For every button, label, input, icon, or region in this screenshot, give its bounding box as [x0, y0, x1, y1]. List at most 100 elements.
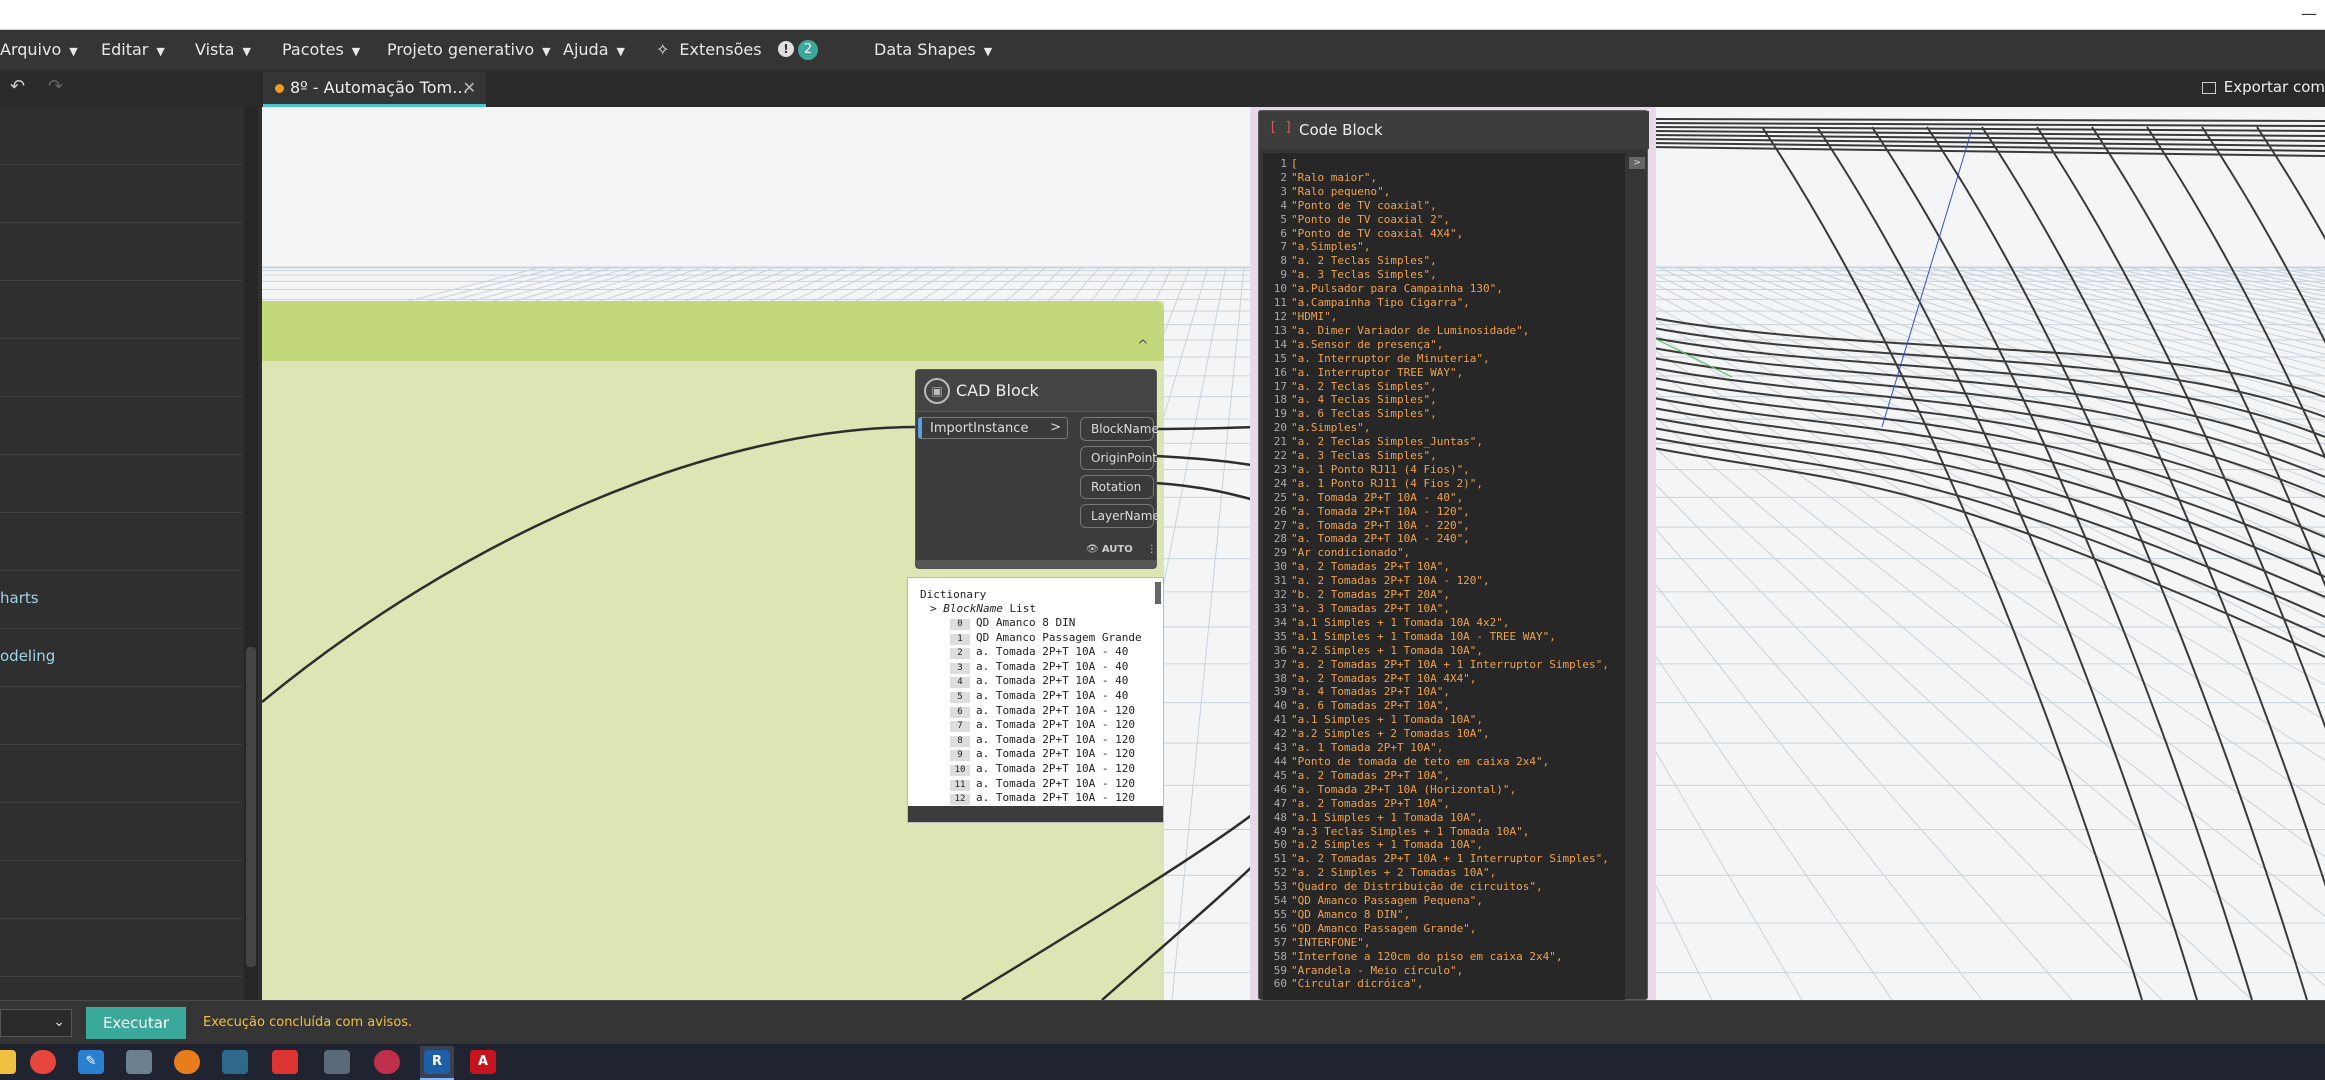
sidebar-item[interactable]: odeling	[0, 629, 242, 687]
output-port[interactable]: >	[1629, 157, 1645, 169]
preview-list-header[interactable]: > BlockName List	[930, 602, 1036, 615]
code-line[interactable]: "a. 6 Tomadas 2P+T 10A",	[1291, 699, 1609, 713]
run-button[interactable]: Executar	[86, 1007, 186, 1039]
calculator-icon[interactable]	[324, 1050, 350, 1074]
code-line[interactable]: "a. Tomada 2P+T 10A - 120",	[1291, 505, 1609, 519]
sidebar-item[interactable]	[0, 513, 242, 571]
code-line[interactable]: "a. 4 Tomadas 2P+T 10A",	[1291, 685, 1609, 699]
export-button[interactable]: Exportar com	[2201, 78, 2325, 96]
node-preview-bubble[interactable]: Dictionary > BlockName List 0 QD Amanco 8…	[907, 577, 1164, 823]
list-item[interactable]: 8 a. Tomada 2P+T 10A - 120	[950, 733, 1135, 747]
list-item[interactable]: 4 a. Tomada 2P+T 10A - 40	[950, 674, 1128, 689]
output-port-originpoint[interactable]: OriginPoint	[1080, 446, 1157, 470]
autocad-icon[interactable]: A	[470, 1050, 496, 1074]
code-line[interactable]: "a. 2 Teclas Simples",	[1291, 254, 1609, 268]
3d-app-icon[interactable]	[222, 1050, 248, 1074]
code-line[interactable]: "a. 2 Tomadas 2P+T 10A",	[1291, 560, 1609, 574]
code-line[interactable]: "a. Interruptor de Minuteria",	[1291, 352, 1609, 366]
menu-data-shapes[interactable]: Data Shapes ▼	[874, 40, 992, 59]
code-line[interactable]: "a. 2 Tomadas 2P+T 10A",	[1291, 797, 1609, 811]
graph-canvas[interactable]: ^ ▣ CAD Block ImportInstance > BlockName …	[262, 107, 2325, 1000]
sidebar-item[interactable]	[0, 861, 242, 919]
sidebar-item[interactable]	[0, 281, 242, 339]
code-line[interactable]: "a. Tomada 2P+T 10A (Horizontal)",	[1291, 783, 1609, 797]
code-line[interactable]: "a.1 Simples + 1 Tomada 10A",	[1291, 713, 1609, 727]
code-line[interactable]: "a. Interruptor TREE WAY",	[1291, 366, 1609, 380]
media-icon[interactable]	[272, 1050, 298, 1074]
menu-projeto-generativo[interactable]: Projeto generativo ▼	[387, 40, 551, 59]
code-line[interactable]: "a.Sensor de presença",	[1291, 338, 1609, 352]
blender-icon[interactable]	[174, 1050, 200, 1074]
revit-icon[interactable]: R	[424, 1050, 450, 1074]
preview-scrollbar[interactable]	[1155, 582, 1161, 604]
code-line[interactable]: "a.1 Simples + 1 Tomada 10A 4x2",	[1291, 616, 1609, 630]
code-line[interactable]: "Ponto de TV coaxial",	[1291, 199, 1609, 213]
code-line[interactable]: "a. 2 Tomadas 2P+T 10A - 120",	[1291, 574, 1609, 588]
code-line[interactable]: "a. 2 Tomadas 2P+T 10A",	[1291, 769, 1609, 783]
code-line[interactable]: "QD Amanco Passagem Grande",	[1291, 922, 1609, 936]
code-line[interactable]: "a. 1 Tomada 2P+T 10A",	[1291, 741, 1609, 755]
code-line[interactable]: "a. Tomada 2P+T 10A - 220",	[1291, 519, 1609, 533]
code-line[interactable]: "QD Amanco 8 DIN",	[1291, 908, 1609, 922]
code-block-node[interactable]: [ ] Code Block 1 2 3 4 5 6 7 8 9 10 11 12 13 14 15 16 17…	[1258, 110, 1649, 1000]
group-header[interactable]	[262, 301, 1164, 361]
sidebar-item[interactable]	[0, 803, 242, 861]
code-line[interactable]: "Interfone a 120cm do piso em caixa 2x4"…	[1291, 950, 1609, 964]
run-mode-select[interactable]: ⌄	[0, 1009, 72, 1037]
code-line[interactable]: "a.Campainha Tipo Cigarra",	[1291, 296, 1609, 310]
code-line[interactable]: "a.3 Teclas Simples + 1 Tomada 10A",	[1291, 825, 1609, 839]
sidebar-item[interactable]	[0, 745, 242, 803]
chevron-up-icon[interactable]: ^	[1137, 338, 1149, 354]
cad-block-node[interactable]: ▣ CAD Block ImportInstance > BlockName Or…	[916, 370, 1160, 568]
expand-icon[interactable]: >	[930, 602, 943, 615]
code-line[interactable]: "a. Tomada 2P+T 10A - 40",	[1291, 491, 1609, 505]
sidebar-item[interactable]	[0, 919, 242, 977]
code-line[interactable]: "Arandela - Meio círculo",	[1291, 964, 1609, 978]
list-item[interactable]: 9 a. Tomada 2P+T 10A - 120	[950, 747, 1135, 762]
code-line[interactable]: "a. 2 Teclas Simples",	[1291, 380, 1609, 394]
sidebar-item[interactable]: harts	[0, 571, 242, 629]
chrome-icon[interactable]	[30, 1050, 56, 1074]
list-item[interactable]: 7 a. Tomada 2P+T 10A - 120	[950, 718, 1135, 733]
code-line[interactable]: "a. 2 Tomadas 2P+T 10A 4X4",	[1291, 672, 1609, 686]
menu-ajuda[interactable]: Ajuda ▼	[563, 40, 625, 59]
code-line[interactable]: "a. 3 Teclas Simples",	[1291, 449, 1609, 463]
output-port-rotation[interactable]: Rotation	[1080, 475, 1154, 499]
list-item[interactable]: 3 a. Tomada 2P+T 10A - 40	[950, 660, 1128, 674]
code-line[interactable]: "a. 1 Ponto RJ11 (4 Fios)",	[1291, 463, 1609, 477]
code-line[interactable]: "a. 2 Teclas Simples_Juntas",	[1291, 435, 1609, 449]
code-line[interactable]: "a. 2 Simples + 2 Tomadas 10A",	[1291, 866, 1609, 880]
notifications[interactable]: ! 2	[778, 38, 818, 60]
sidebar-scrollbar[interactable]	[244, 107, 258, 1000]
code-line[interactable]: "b. 2 Tomadas 2P+T 20A",	[1291, 588, 1609, 602]
code-line[interactable]: "Ralo maior",	[1291, 171, 1609, 185]
code-line[interactable]: "a.1 Simples + 1 Tomada 10A",	[1291, 811, 1609, 825]
sidebar-item[interactable]	[0, 223, 242, 281]
sidebar-item[interactable]	[0, 687, 242, 745]
code-line[interactable]: "Quadro de Distribuição de circuitos",	[1291, 880, 1609, 894]
output-port-layername[interactable]: LayerName	[1080, 504, 1160, 528]
scrollbar-thumb[interactable]	[246, 647, 256, 967]
editor-icon[interactable]: ✎	[78, 1050, 104, 1074]
more-icon[interactable]: ⋮	[1147, 544, 1157, 555]
sidebar-item[interactable]	[0, 107, 242, 165]
menu-pacotes[interactable]: Pacotes ▼	[282, 40, 360, 59]
node-header[interactable]: ▣ CAD Block	[916, 370, 1156, 412]
sidebar-item[interactable]	[0, 397, 242, 455]
code-block-header[interactable]: [ ] Code Block	[1259, 111, 1649, 149]
redo-icon[interactable]: ↷	[48, 76, 63, 97]
code-line[interactable]: "a.Simples",	[1291, 240, 1609, 254]
code-editor[interactable]: 1 2 3 4 5 6 7 8 9 10 11 12 13 14 15 16 17 18 19 20 21 22 23 24 2…	[1263, 153, 1625, 1000]
code-line[interactable]: "a. 4 Teclas Simples",	[1291, 393, 1609, 407]
menu-extensoes[interactable]: ✧ Extensões	[656, 40, 762, 59]
code-line[interactable]: "Ar condicionado",	[1291, 546, 1609, 560]
code-line[interactable]: "a. 1 Ponto RJ11 (4 Fios 2)",	[1291, 477, 1609, 491]
code-line[interactable]: "INTERFONE",	[1291, 936, 1609, 950]
code-line[interactable]: "QD Amanco Passagem Pequena",	[1291, 894, 1609, 908]
code-line[interactable]: [	[1291, 157, 1609, 171]
sidebar-item[interactable]	[0, 339, 242, 397]
code-text[interactable]: ["Ralo maior", "Ralo pequeno", "Ponto de T…	[1291, 157, 1609, 991]
code-line[interactable]: "a.Simples",	[1291, 421, 1609, 435]
close-icon[interactable]: ✕	[463, 78, 476, 97]
code-line[interactable]: "a. 2 Tomadas 2P+T 10A + 1 Interruptor S…	[1291, 658, 1609, 672]
